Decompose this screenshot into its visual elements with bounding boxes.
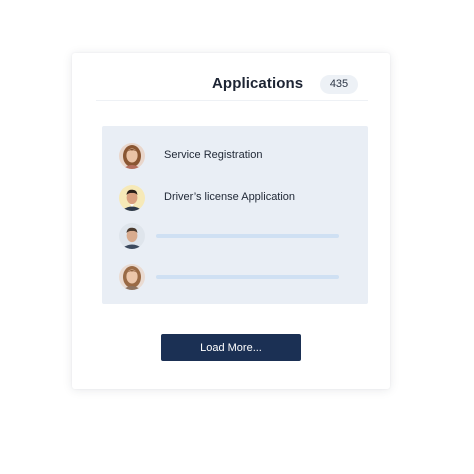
applications-list: Service Registration Driver’s license Ap… xyxy=(102,126,368,304)
list-item-label: Driver’s license Application xyxy=(164,191,296,203)
count-badge: 435 xyxy=(320,75,358,94)
card-header: Applications 435 xyxy=(96,53,368,101)
person-avatar-man-icon xyxy=(119,185,145,211)
list-item[interactable]: Service Registration xyxy=(102,139,368,173)
load-more-button[interactable]: Load More... xyxy=(161,334,301,361)
list-item-loading xyxy=(102,219,368,253)
list-item-label: Service Registration xyxy=(164,149,263,161)
page: Applications 435 Service Registration Dr… xyxy=(0,0,474,474)
loading-placeholder-bar xyxy=(156,275,339,279)
person-avatar-woman-icon xyxy=(119,264,145,290)
person-avatar-woman-icon xyxy=(119,143,145,169)
list-item-loading xyxy=(102,260,368,294)
person-avatar-man-icon xyxy=(119,223,145,249)
page-title: Applications xyxy=(212,75,304,92)
applications-card: Applications 435 Service Registration Dr… xyxy=(72,53,390,389)
loading-placeholder-bar xyxy=(156,234,339,238)
list-item[interactable]: Driver’s license Application xyxy=(102,181,368,215)
